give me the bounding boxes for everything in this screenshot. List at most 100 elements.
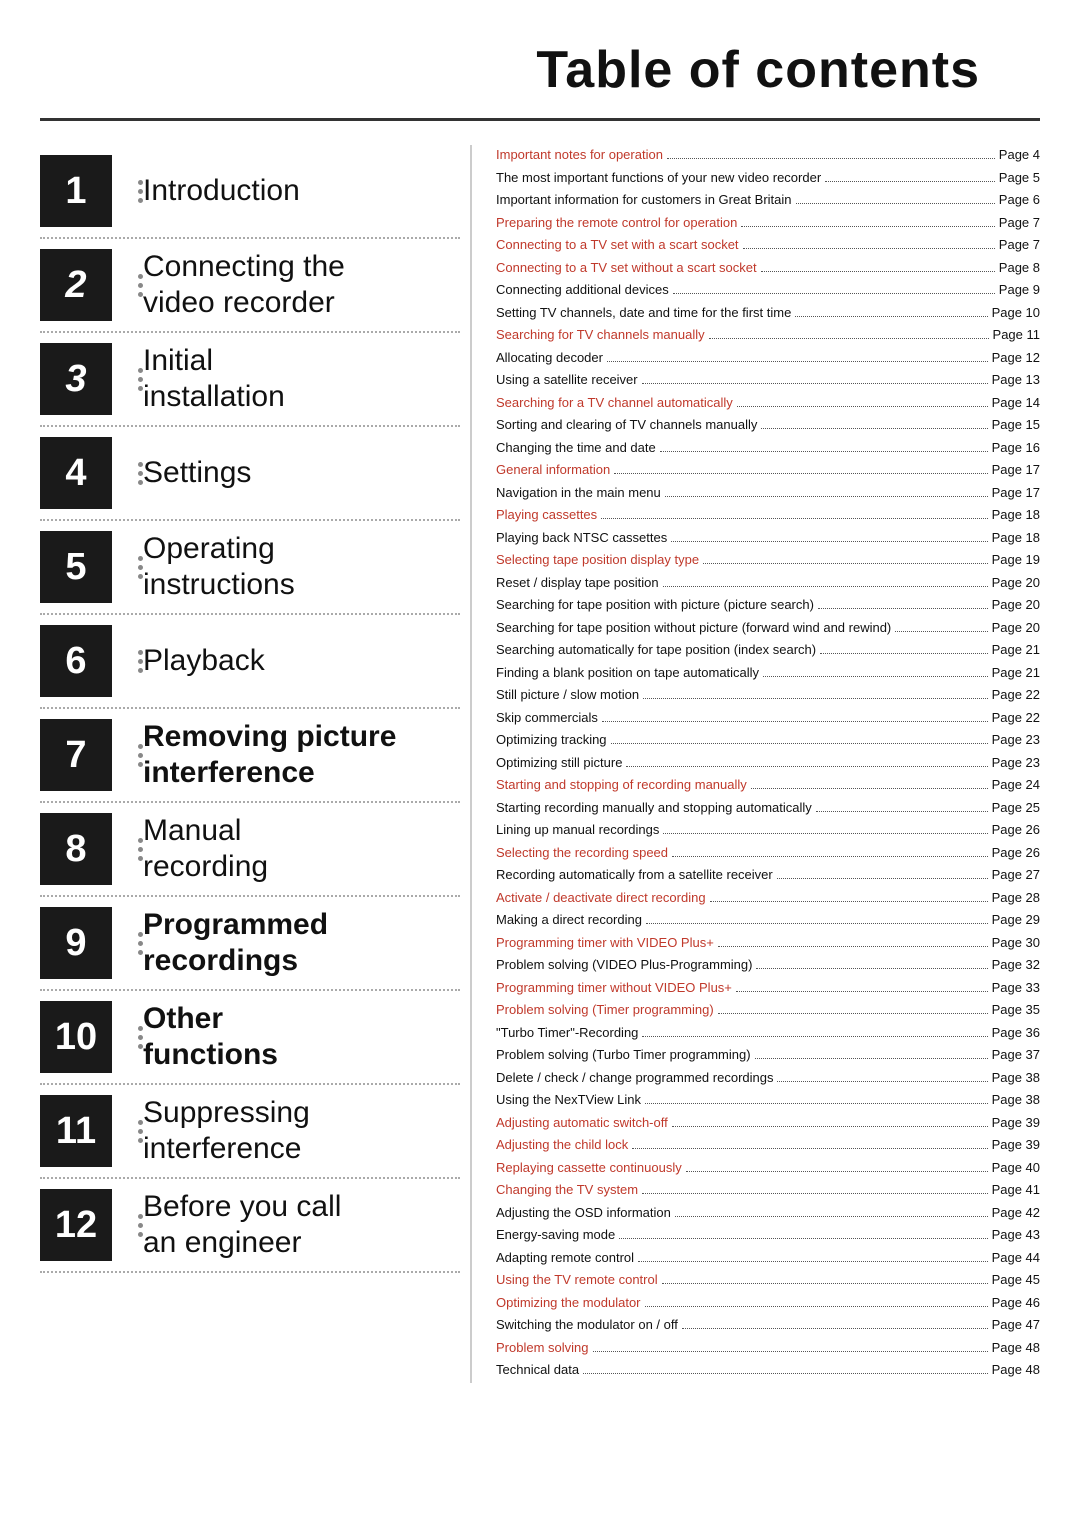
toc-entry: Optimizing the modulatorPage 46 xyxy=(496,1293,1040,1313)
toc-entry: Using a satellite receiverPage 13 xyxy=(496,370,1040,390)
toc-entry: Searching for TV channels manuallyPage 1… xyxy=(496,325,1040,345)
chapter-title: Introduction xyxy=(143,173,300,209)
toc-page: Page 33 xyxy=(992,978,1040,998)
chapter-item: 2 Connecting thevideo recorder xyxy=(40,239,460,333)
toc-entry: Changing the TV systemPage 41 xyxy=(496,1180,1040,1200)
toc-dots xyxy=(737,406,988,407)
toc-entry: Activate / deactivate direct recordingPa… xyxy=(496,888,1040,908)
toc-label: Problem solving (Timer programming) xyxy=(496,1000,714,1020)
toc-page: Page 21 xyxy=(992,663,1040,683)
chapter-item: 6Playback xyxy=(40,615,460,709)
toc-entry: Adjusting the child lock Page 39 xyxy=(496,1135,1040,1155)
chapter-title: Playback xyxy=(143,643,265,679)
toc-label: Changing the time and date xyxy=(496,438,656,458)
toc-label: Using the NexTView Link xyxy=(496,1090,641,1110)
toc-dots xyxy=(593,1351,988,1352)
toc-entry: Problem solving (Turbo Timer programming… xyxy=(496,1045,1040,1065)
toc-label: Programming timer without VIDEO Plus+ xyxy=(496,978,732,998)
toc-page: Page 44 xyxy=(992,1248,1040,1268)
toc-dots xyxy=(660,451,988,452)
toc-entry: Adjusting automatic switch-offPage 39 xyxy=(496,1113,1040,1133)
toc-entry: Changing the time and date Page 16 xyxy=(496,438,1040,458)
toc-dots xyxy=(686,1171,988,1172)
toc-label: Sorting and clearing of TV channels manu… xyxy=(496,415,757,435)
toc-entry: Preparing the remote control for operati… xyxy=(496,213,1040,233)
toc-dots xyxy=(645,1306,988,1307)
toc-entry: Problem solvingPage 48 xyxy=(496,1338,1040,1358)
toc-page: Page 42 xyxy=(992,1203,1040,1223)
toc-page: Page 48 xyxy=(992,1338,1040,1358)
chapter-item: 3 Initialinstallation xyxy=(40,333,460,427)
page-title: Table of contents xyxy=(40,40,980,100)
toc-label: Searching for a TV channel automatically xyxy=(496,393,733,413)
toc-dots xyxy=(667,158,995,159)
toc-entry: Energy-saving modePage 43 xyxy=(496,1225,1040,1245)
toc-label: Allocating decoder xyxy=(496,348,603,368)
toc-dots xyxy=(816,811,988,812)
toc-entry: Connecting to a TV set with a scart sock… xyxy=(496,235,1040,255)
toc-label: The most important functions of your new… xyxy=(496,168,821,188)
toc-page: Page 38 xyxy=(992,1090,1040,1110)
toc-page: Page 29 xyxy=(992,910,1040,930)
toc-dots xyxy=(672,856,988,857)
toc-entry: General informationPage 17 xyxy=(496,460,1040,480)
toc-entry: Recording automatically from a satellite… xyxy=(496,865,1040,885)
chapter-title: Before you callan engineer xyxy=(143,1189,341,1261)
toc-entry: Skip commercialsPage 22 xyxy=(496,708,1040,728)
toc-dots xyxy=(619,1238,987,1239)
toc-dots xyxy=(796,203,995,204)
toc-label: Reset / display tape position xyxy=(496,573,659,593)
toc-label: Using the TV remote control xyxy=(496,1270,658,1290)
chapter-number: 10 xyxy=(40,1001,112,1073)
toc-dots xyxy=(642,383,988,384)
toc-page: Page 47 xyxy=(992,1315,1040,1335)
toc-entry: Adapting remote controlPage 44 xyxy=(496,1248,1040,1268)
toc-label: Navigation in the main menu xyxy=(496,483,661,503)
toc-entry: Optimizing still picturePage 23 xyxy=(496,753,1040,773)
toc-page: Page 16 xyxy=(992,438,1040,458)
toc-dots xyxy=(645,1103,988,1104)
toc-page: Page 30 xyxy=(992,933,1040,953)
toc-page: Page 39 xyxy=(992,1135,1040,1155)
chapter-title: Connecting thevideo recorder xyxy=(143,249,345,321)
toc-dots xyxy=(741,226,994,227)
toc-entry: Playing cassettesPage 18 xyxy=(496,505,1040,525)
toc-label: Switching the modulator on / off xyxy=(496,1315,678,1335)
toc-label: Adjusting the child lock xyxy=(496,1135,628,1155)
toc-label: Skip commercials xyxy=(496,708,598,728)
toc-page: Page 26 xyxy=(992,820,1040,840)
toc-page: Page 7 xyxy=(999,235,1040,255)
chapter-item: 5Operatinginstructions xyxy=(40,521,460,615)
chapter-number: 2 xyxy=(40,249,112,321)
chapter-item: 4Settings xyxy=(40,427,460,521)
chapter-title: Operatinginstructions xyxy=(143,531,295,603)
toc-entry: Searching automatically for tape positio… xyxy=(496,640,1040,660)
chapter-item: 8Manualrecording xyxy=(40,803,460,897)
chapter-number: 11 xyxy=(40,1095,112,1167)
toc-dots xyxy=(642,1036,987,1037)
toc-label: Playing back NTSC cassettes xyxy=(496,528,667,548)
toc-dots xyxy=(601,518,987,519)
toc-dots xyxy=(763,676,988,677)
chapter-title: Initialinstallation xyxy=(143,343,285,415)
chapter-item: 11Suppressinginterference xyxy=(40,1085,460,1179)
left-column: 1Introduction2Connecting thevideo record… xyxy=(40,145,470,1383)
toc-label: Changing the TV system xyxy=(496,1180,638,1200)
toc-page: Page 20 xyxy=(992,618,1040,638)
toc-label: Connecting to a TV set with a scart sock… xyxy=(496,235,739,255)
toc-page: Page 15 xyxy=(992,415,1040,435)
toc-page: Page 21 xyxy=(992,640,1040,660)
chapter-number: 7 xyxy=(40,719,112,791)
toc-entry: Problem solving (Timer programming)Page … xyxy=(496,1000,1040,1020)
toc-label: Setting TV channels, date and time for t… xyxy=(496,303,791,323)
toc-page: Page 39 xyxy=(992,1113,1040,1133)
toc-page: Page 17 xyxy=(992,483,1040,503)
toc-page: Page 48 xyxy=(992,1360,1040,1380)
toc-entry: "Turbo Timer"-RecordingPage 36 xyxy=(496,1023,1040,1043)
chapter-number: 3 xyxy=(40,343,112,415)
toc-entry: Adjusting the OSD informationPage 42 xyxy=(496,1203,1040,1223)
toc-dots xyxy=(718,1013,988,1014)
toc-entry: Important notes for operationPage 4 xyxy=(496,145,1040,165)
toc-entry: Connecting additional devicesPage 9 xyxy=(496,280,1040,300)
toc-page: Page 37 xyxy=(992,1045,1040,1065)
